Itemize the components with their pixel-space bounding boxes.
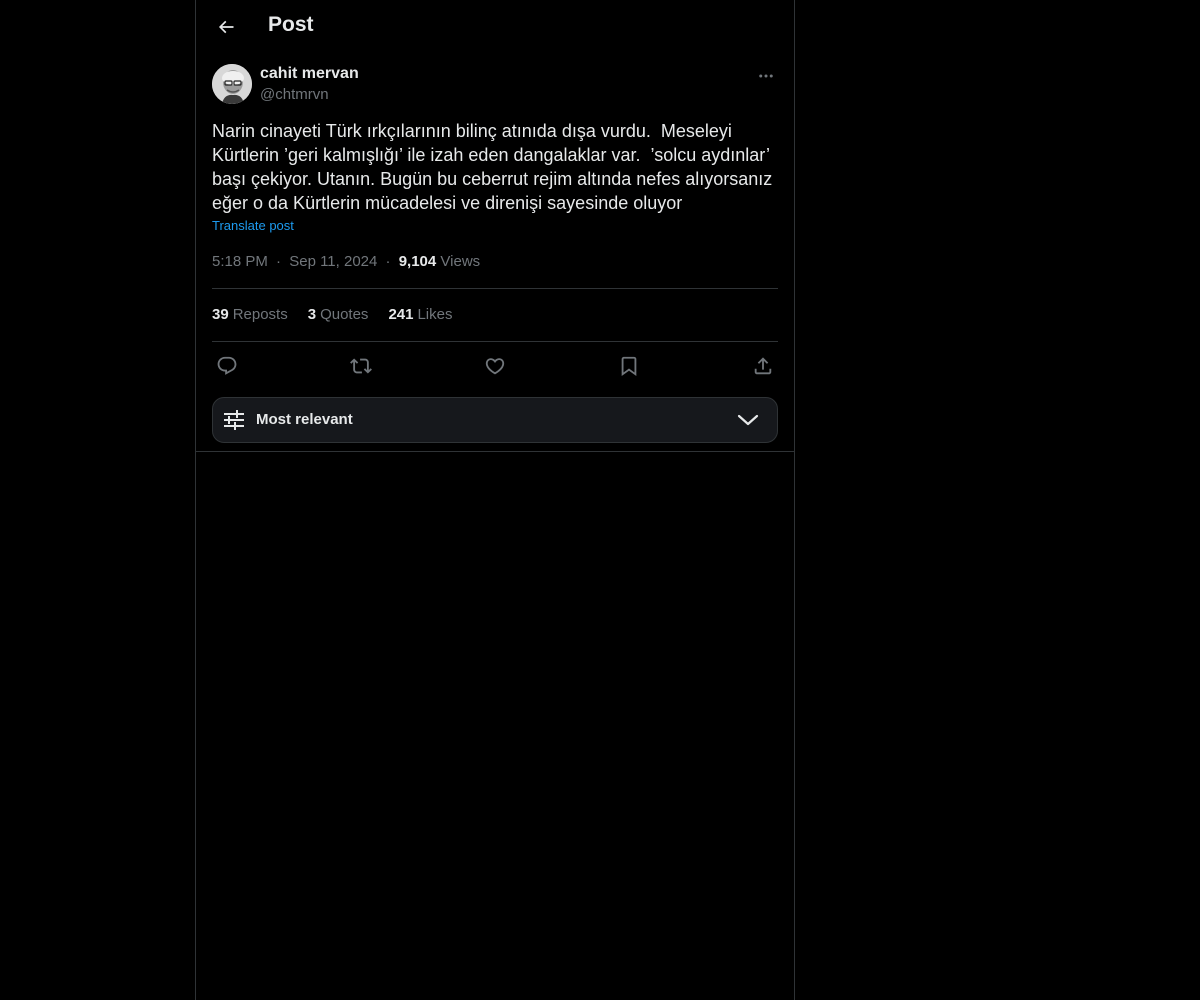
like-icon	[485, 358, 505, 375]
views-count: 9,104	[398, 253, 437, 270]
sort-selected-label: Most relevant	[256, 411, 353, 428]
chevron-down-icon	[737, 414, 759, 426]
reposts-stat[interactable]: 39 Reposts	[212, 306, 288, 323]
like-button[interactable]	[480, 352, 510, 380]
bookmark-button[interactable]	[614, 352, 644, 380]
back-button[interactable]	[208, 9, 244, 45]
author-handle[interactable]: @chtmrvn	[260, 86, 329, 103]
divider	[212, 288, 778, 289]
post-date[interactable]: Sep 11, 2024	[289, 253, 377, 270]
page-header: Post	[196, 0, 794, 54]
bookmark-icon	[621, 356, 637, 377]
post-time[interactable]: 5:18 PM	[212, 253, 268, 270]
share-icon	[754, 357, 772, 375]
likes-label: Likes	[417, 306, 453, 323]
post-actions	[212, 352, 778, 380]
share-button[interactable]	[748, 352, 778, 380]
translate-post-link[interactable]: Translate post	[212, 218, 294, 233]
avatar[interactable]	[212, 64, 252, 104]
meta-separator: ·	[385, 253, 391, 270]
sliders-icon	[224, 410, 244, 430]
divider	[212, 341, 778, 342]
reposts-count: 39	[212, 306, 229, 323]
more-horizontal-icon	[759, 74, 773, 78]
replies-sort-dropdown[interactable]: Most relevant	[212, 397, 778, 443]
repost-icon	[350, 358, 372, 374]
author-name[interactable]: cahit mervan	[260, 65, 359, 83]
divider	[196, 451, 794, 452]
post-detail-column: Post cahit mervan @chtmrvn Narin cinayet…	[195, 0, 795, 1000]
post-meta: 5:18 PM · Sep 11, 2024 · 9,104 Views	[212, 253, 480, 270]
quotes-label: Quotes	[320, 306, 369, 323]
post-text: Narin cinayeti Türk ırkçılarının bilinç …	[212, 121, 778, 213]
likes-stat[interactable]: 241 Likes	[388, 306, 452, 323]
quotes-stat[interactable]: 3 Quotes	[308, 306, 369, 323]
reposts-label: Reposts	[232, 306, 288, 323]
page-title: Post	[268, 13, 314, 36]
more-options-button[interactable]	[754, 64, 778, 88]
likes-count: 241	[388, 306, 414, 323]
post-author: cahit mervan @chtmrvn	[212, 64, 778, 108]
post-stats: 39 Reposts 3 Quotes 241 Likes	[212, 306, 453, 323]
arrow-left-icon	[218, 20, 234, 34]
repost-button[interactable]	[346, 352, 376, 380]
reply-button[interactable]	[212, 352, 242, 380]
quotes-count: 3	[307, 306, 317, 323]
reply-icon	[217, 356, 237, 375]
meta-separator: ·	[276, 253, 282, 270]
views-label: Views	[440, 253, 481, 270]
avatar-image	[212, 64, 252, 104]
